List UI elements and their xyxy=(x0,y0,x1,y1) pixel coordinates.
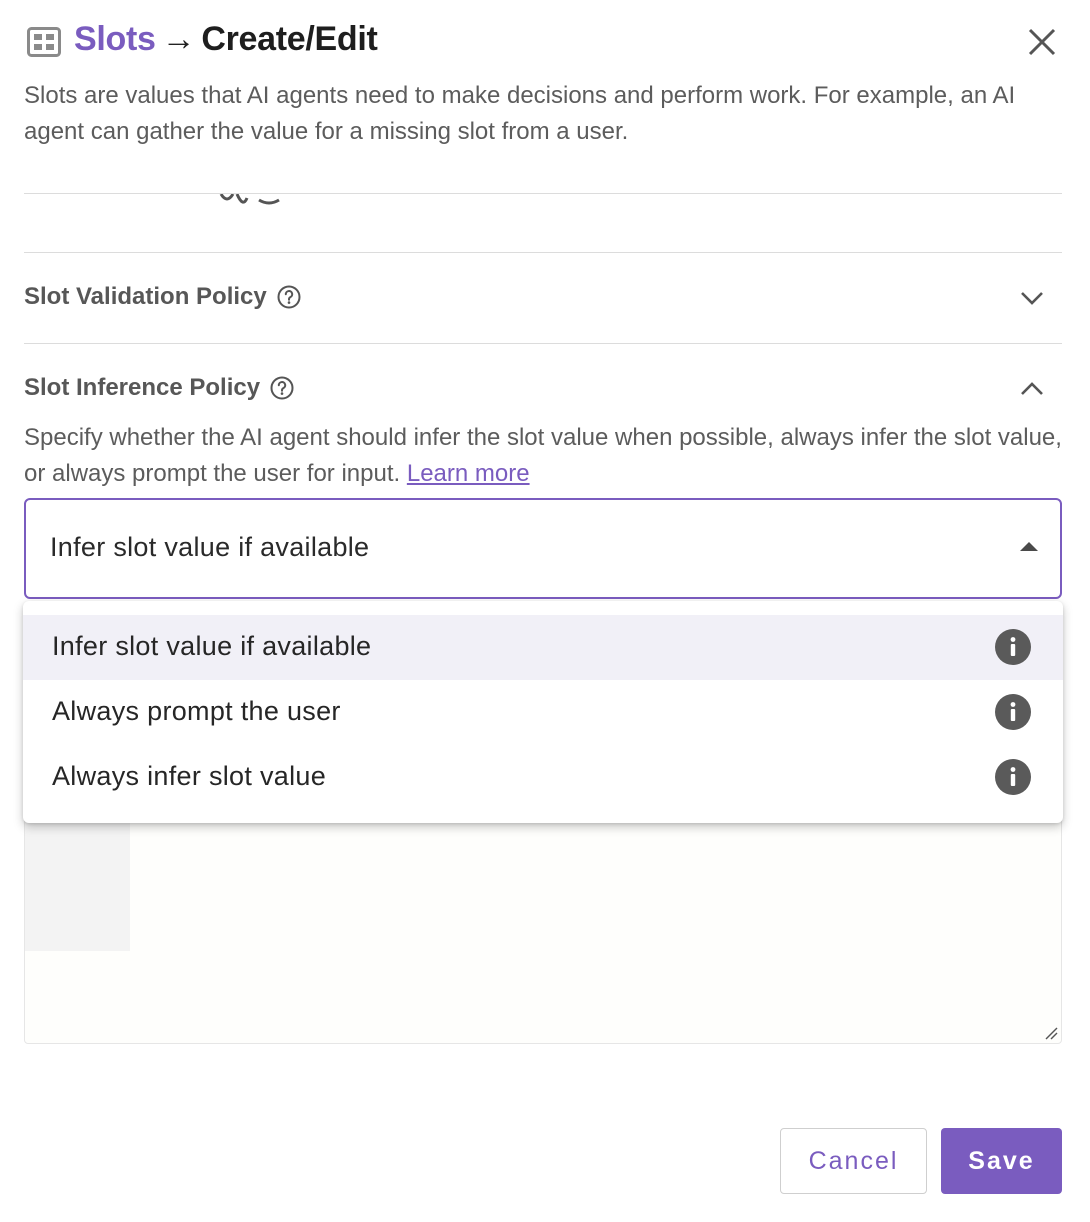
inference-policy-description: Specify whether the AI agent should infe… xyxy=(24,420,1064,492)
modal-header: Slots → Create/Edit xyxy=(24,20,1066,64)
validation-policy-header[interactable]: Slot Validation Policy xyxy=(24,283,301,311)
slots-grid-icon xyxy=(27,27,61,57)
info-icon[interactable] xyxy=(995,759,1031,795)
info-icon[interactable] xyxy=(995,694,1031,730)
save-button[interactable]: Save xyxy=(941,1128,1062,1194)
scrolled-section-remnant xyxy=(24,194,1062,224)
inference-policy-title: Slot Inference Policy xyxy=(24,374,261,401)
option-always-infer[interactable]: Always infer slot value xyxy=(23,745,1063,810)
option-always-prompt[interactable]: Always prompt the user xyxy=(23,680,1063,745)
inference-policy-header[interactable]: Slot Inference Policy xyxy=(24,374,294,402)
select-value: Infer slot value if available xyxy=(50,532,370,562)
learn-more-link[interactable]: Learn more xyxy=(407,460,530,487)
info-icon[interactable] xyxy=(995,629,1031,665)
divider xyxy=(24,343,1062,344)
option-label: Always infer slot value xyxy=(52,761,327,791)
help-icon[interactable] xyxy=(270,376,294,400)
caret-up-icon[interactable] xyxy=(1020,542,1038,551)
option-label: Always prompt the user xyxy=(52,696,341,726)
breadcrumb-slots[interactable]: Slots xyxy=(74,20,156,58)
inference-description-text: Specify whether the AI agent should infe… xyxy=(24,424,1062,487)
chevron-down-icon[interactable] xyxy=(1018,284,1046,312)
divider xyxy=(24,252,1062,253)
chevron-up-icon[interactable] xyxy=(1018,375,1046,403)
scrolled-text-fragment xyxy=(219,194,280,205)
breadcrumb-separator: → xyxy=(161,20,196,58)
help-icon[interactable] xyxy=(277,285,301,309)
inference-policy-select[interactable]: Infer slot value if available xyxy=(24,498,1062,599)
option-infer-if-available[interactable]: Infer slot value if available xyxy=(23,615,1063,680)
cancel-button[interactable]: Cancel xyxy=(780,1128,927,1194)
inference-policy-dropdown-menu: Infer slot value if available Always pro… xyxy=(23,601,1063,823)
validation-policy-title: Slot Validation Policy xyxy=(24,283,267,310)
textarea-gutter xyxy=(25,801,130,951)
option-label: Infer slot value if available xyxy=(52,631,372,661)
modal-description: Slots are values that AI agents need to … xyxy=(24,82,1016,145)
page-title: Slots → Create/Edit xyxy=(74,20,378,59)
prompt-textarea[interactable] xyxy=(24,800,1062,1044)
resize-handle-icon[interactable] xyxy=(1044,1026,1058,1040)
breadcrumb-current: Create/Edit xyxy=(201,20,378,58)
close-icon[interactable] xyxy=(1024,24,1060,60)
